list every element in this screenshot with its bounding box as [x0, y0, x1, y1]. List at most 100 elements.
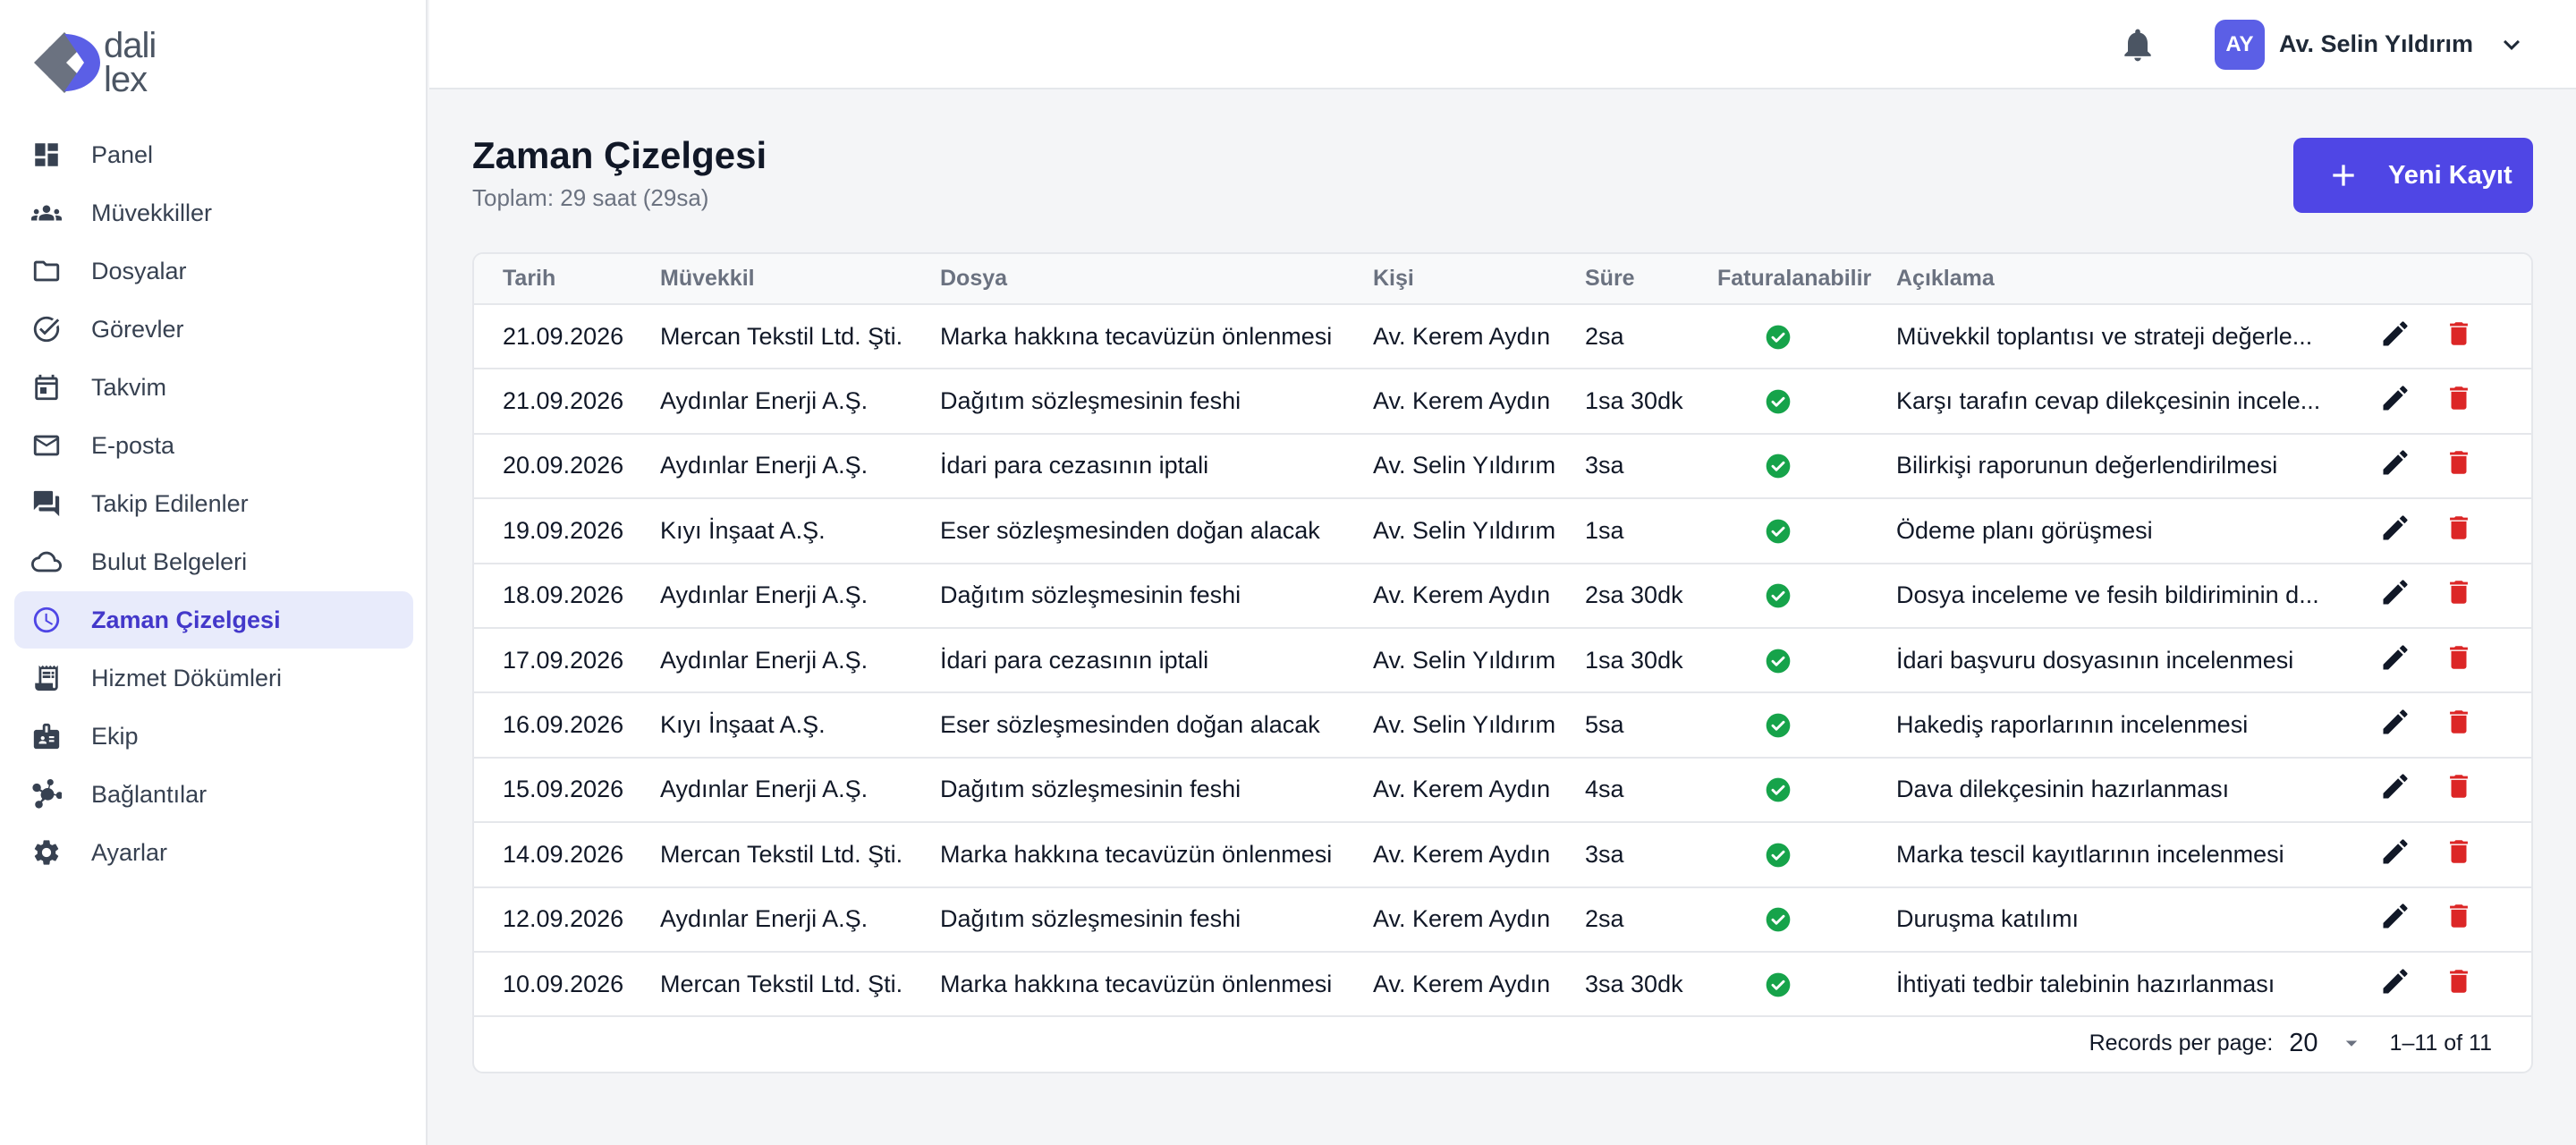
badge-icon: [30, 720, 63, 752]
timesheet-table-card: Tarih Müvekkil Dosya Kişi Süre Faturalan…: [472, 252, 2533, 1073]
sidebar-item-takip-edilenler[interactable]: Takip Edilenler: [14, 475, 413, 532]
cell-duration: 2sa: [1585, 322, 1624, 350]
logo-line-1: dali: [104, 26, 157, 65]
cell-description: Marka tescil kayıtlarının incelenmesi: [1896, 840, 2284, 868]
delete-trash-icon[interactable]: [2444, 383, 2474, 420]
chevron-down-icon[interactable]: [2496, 29, 2528, 61]
cell-person: Av. Kerem Aydın: [1373, 387, 1551, 415]
column-header-date[interactable]: Tarih: [474, 254, 631, 305]
table-row[interactable]: 19.09.2026 Kıyı İnşaat A.Ş. Eser sözleşmes…: [474, 498, 2531, 564]
cell-client: Mercan Tekstil Ltd. Şti.: [660, 322, 903, 350]
edit-pencil-icon[interactable]: [2379, 641, 2411, 680]
cell-billable: [1689, 887, 1868, 952]
edit-pencil-icon[interactable]: [2379, 512, 2411, 550]
dropdown-arrow-icon[interactable]: [2338, 1030, 2365, 1056]
delete-trash-icon[interactable]: [2444, 966, 2474, 1003]
edit-pencil-icon[interactable]: [2379, 965, 2411, 1004]
sidebar-item-e-posta[interactable]: E-posta: [14, 417, 413, 474]
table-row[interactable]: 21.09.2026 Mercan Tekstil Ltd. Şti. Marka …: [474, 304, 2531, 369]
column-header-billable[interactable]: Faturalanabilir: [1689, 254, 1871, 305]
sidebar-item-ekip[interactable]: Ekip: [14, 708, 413, 765]
sidebar-item-baglantilar[interactable]: Bağlantılar: [14, 766, 413, 823]
records-per-page-select[interactable]: 20: [2289, 1029, 2318, 1058]
delete-trash-icon[interactable]: [2444, 836, 2474, 873]
records-per-page-label: Records per page:: [2089, 1030, 2274, 1056]
column-header-description[interactable]: Açıklama: [1868, 254, 2351, 305]
delete-trash-icon[interactable]: [2444, 901, 2474, 937]
sidebar-item-label: Takvim: [91, 373, 167, 401]
row-actions: [2379, 318, 2531, 356]
user-name[interactable]: Av. Selin Yıldırım: [2279, 30, 2473, 58]
edit-pencil-icon[interactable]: [2379, 770, 2411, 809]
cell-actions: [2351, 498, 2531, 563]
column-header-person[interactable]: Kişi: [1344, 254, 1556, 305]
edit-pencil-icon[interactable]: [2379, 382, 2411, 420]
avatar[interactable]: AY: [2215, 20, 2265, 70]
sidebar-item-ayarlar[interactable]: Ayarlar: [14, 824, 413, 881]
delete-trash-icon[interactable]: [2444, 771, 2474, 808]
table-row[interactable]: 14.09.2026 Mercan Tekstil Ltd. Şti. Marka …: [474, 822, 2531, 887]
billable-check-icon: [1764, 647, 1792, 675]
cell-client: Kıyı İnşaat A.Ş.: [660, 516, 826, 544]
edit-pencil-icon[interactable]: [2379, 576, 2411, 615]
notifications-bell-icon[interactable]: [2118, 25, 2157, 64]
sidebar-item-gorevler[interactable]: Görevler: [14, 301, 413, 358]
new-entry-button[interactable]: Yeni Kayıt: [2293, 138, 2533, 213]
table-row[interactable]: 18.09.2026 Aydınlar Enerji A.Ş. Dağıtım sö…: [474, 564, 2531, 628]
billable-check-icon: [1764, 971, 1792, 999]
edit-pencil-icon[interactable]: [2379, 900, 2411, 938]
cell-date: 10.09.2026: [503, 970, 624, 997]
sidebar-item-muvekkiller[interactable]: Müvekkiller: [14, 184, 413, 242]
cloud-icon: [30, 546, 63, 578]
table-row[interactable]: 15.09.2026 Aydınlar Enerji A.Ş. Dağıtım sö…: [474, 758, 2531, 823]
table-row[interactable]: 20.09.2026 Aydınlar Enerji A.Ş. İdari para…: [474, 434, 2531, 499]
cell-client: Kıyı İnşaat A.Ş.: [660, 711, 826, 739]
dashboard-icon: [30, 139, 63, 171]
task-check-icon: [30, 313, 63, 345]
sidebar-item-takvim[interactable]: Takvim: [14, 359, 413, 416]
cell-client: Mercan Tekstil Ltd. Şti.: [660, 970, 903, 997]
edit-pencil-icon[interactable]: [2379, 318, 2411, 356]
cell-description: Müvekkil toplantısı ve strateji değerle.…: [1896, 322, 2313, 350]
table-row[interactable]: 16.09.2026 Kıyı İnşaat A.Ş. Eser sözleşmes…: [474, 692, 2531, 758]
row-actions: [2379, 965, 2531, 1004]
cell-client: Mercan Tekstil Ltd. Şti.: [660, 840, 903, 868]
groups-icon: [30, 197, 63, 229]
sidebar-item-label: Zaman Çizelgesi: [91, 606, 281, 633]
billable-check-icon: [1764, 581, 1792, 610]
column-header-file[interactable]: Dosya: [911, 254, 1344, 305]
cell-description: Dava dilekçesinin hazırlanması: [1896, 776, 2230, 803]
table-row[interactable]: 17.09.2026 Aydınlar Enerji A.Ş. İdari para…: [474, 628, 2531, 693]
sidebar-item-dosyalar[interactable]: Dosyalar: [14, 242, 413, 300]
sidebar-item-zaman-cizelgesi[interactable]: Zaman Çizelgesi: [14, 591, 413, 649]
table-row[interactable]: 21.09.2026 Aydınlar Enerji A.Ş. Dağıtım sö…: [474, 369, 2531, 434]
app-logo[interactable]: dali lex: [29, 26, 208, 98]
edit-pencil-icon[interactable]: [2379, 835, 2411, 874]
cell-duration: 2sa: [1585, 905, 1624, 933]
delete-trash-icon[interactable]: [2444, 577, 2474, 614]
table-row[interactable]: 12.09.2026 Aydınlar Enerji A.Ş. Dağıtım sö…: [474, 887, 2531, 952]
delete-trash-icon[interactable]: [2444, 513, 2474, 549]
column-header-client[interactable]: Müvekkil: [631, 254, 911, 305]
cell-date: 18.09.2026: [503, 581, 624, 609]
new-entry-button-label: Yeni Kayıt: [2388, 160, 2512, 190]
sidebar-item-hizmet-dokumleri[interactable]: Hizmet Dökümleri: [14, 649, 413, 707]
cell-actions: [2351, 304, 2531, 369]
edit-pencil-icon[interactable]: [2379, 446, 2411, 485]
delete-trash-icon[interactable]: [2444, 318, 2474, 355]
cell-file: Dağıtım sözleşmesinin feshi: [940, 776, 1241, 803]
cell-person: Av. Selin Yıldırım: [1373, 516, 1556, 544]
row-actions: [2379, 576, 2531, 615]
edit-pencil-icon[interactable]: [2379, 706, 2411, 744]
table-row[interactable]: 10.09.2026 Mercan Tekstil Ltd. Şti. Marka …: [474, 952, 2531, 1017]
cell-actions: [2351, 692, 2531, 757]
delete-trash-icon[interactable]: [2444, 642, 2474, 679]
column-header-duration[interactable]: Süre: [1556, 254, 1689, 305]
sidebar-item-bulut-belgeleri[interactable]: Bulut Belgeleri: [14, 533, 413, 590]
cell-actions: [2351, 369, 2531, 433]
sidebar-item-panel[interactable]: Panel: [14, 126, 413, 183]
delete-trash-icon[interactable]: [2444, 707, 2474, 743]
row-actions: [2379, 900, 2531, 938]
delete-trash-icon[interactable]: [2444, 447, 2474, 484]
cell-file: Dağıtım sözleşmesinin feshi: [940, 387, 1241, 415]
